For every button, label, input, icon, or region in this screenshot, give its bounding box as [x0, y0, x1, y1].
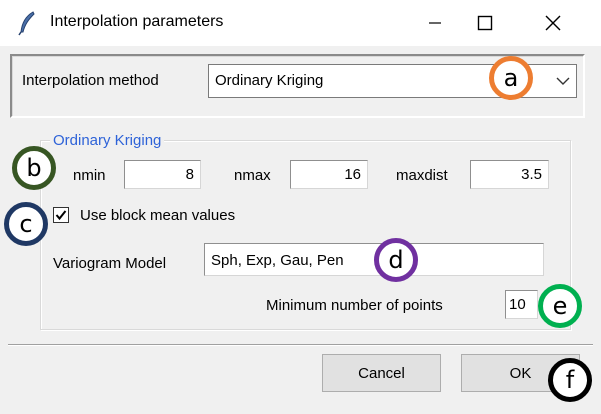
annotation-a-letter: a: [503, 64, 519, 92]
chevron-down-icon[interactable]: [554, 73, 572, 89]
checkmark-icon: [55, 210, 67, 221]
method-label: Interpolation method: [22, 72, 159, 89]
annotation-f-letter: f: [565, 366, 575, 394]
annotation-f: f: [548, 358, 592, 402]
annotation-c: c: [4, 202, 48, 246]
annotation-a: a: [489, 56, 533, 100]
block-mean-label[interactable]: Use block mean values: [80, 207, 235, 224]
cancel-button[interactable]: Cancel: [322, 354, 441, 392]
window-title: Interpolation parameters: [50, 13, 224, 30]
close-button[interactable]: [530, 0, 576, 46]
maxdist-input[interactable]: 3.5: [470, 160, 549, 189]
minimize-icon: [429, 22, 441, 24]
annotation-b-letter: b: [26, 154, 42, 182]
dialog-window: Interpolation parameters Interpolation m…: [0, 0, 601, 414]
variogram-label: Variogram Model: [53, 255, 167, 272]
annotation-e: e: [538, 284, 582, 328]
method-selected-value: Ordinary Kriging: [215, 72, 324, 89]
annotation-d-letter: d: [388, 246, 404, 274]
block-mean-checkbox[interactable]: [53, 207, 69, 223]
annotation-d: d: [374, 238, 418, 282]
nmin-label: nmin: [73, 167, 106, 184]
close-icon: [545, 15, 561, 31]
maximize-icon: [477, 15, 493, 31]
annotation-c-letter: c: [19, 210, 33, 238]
minimize-button[interactable]: [412, 0, 458, 46]
group-title: Ordinary Kriging: [50, 132, 165, 149]
nmax-input[interactable]: 16: [290, 160, 368, 189]
annotation-e-letter: e: [552, 292, 568, 320]
nmax-label: nmax: [234, 167, 271, 184]
min-points-input[interactable]: 10: [505, 290, 538, 319]
maximize-button[interactable]: [462, 0, 508, 46]
button-separator: [8, 344, 593, 346]
feather-icon: [16, 10, 38, 36]
title-bar[interactable]: Interpolation parameters: [0, 0, 601, 46]
min-points-label: Minimum number of points: [266, 297, 443, 314]
nmin-input[interactable]: 8: [124, 160, 201, 189]
annotation-b: b: [12, 146, 56, 190]
maxdist-label: maxdist: [396, 167, 448, 184]
